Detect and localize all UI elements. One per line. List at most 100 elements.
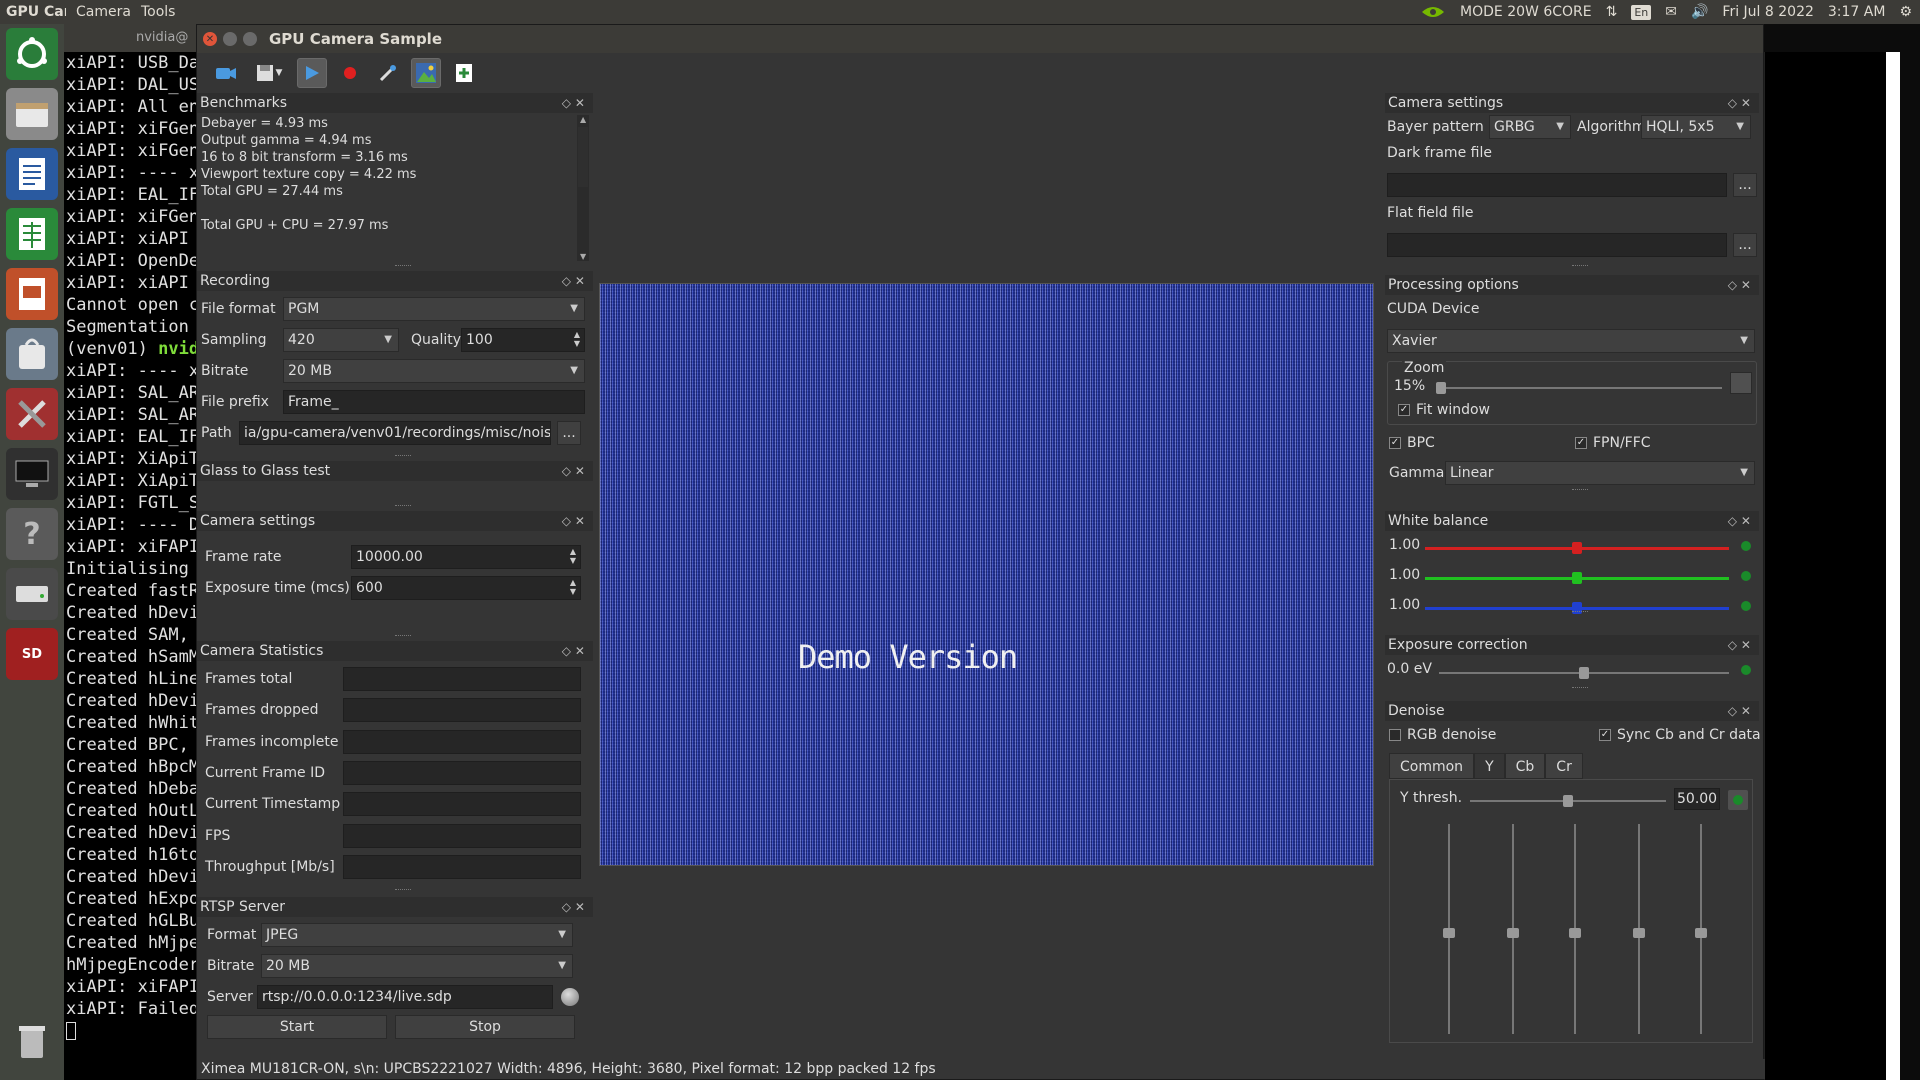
path-browse-button[interactable]: ...: [557, 421, 581, 445]
exposure-time-spinbox[interactable]: 600 ▲ ▼: [351, 576, 581, 600]
volume-icon[interactable]: 🔊: [1691, 4, 1708, 20]
dark-frame-browse-button[interactable]: ...: [1733, 173, 1757, 197]
minimize-window-icon[interactable]: [223, 32, 237, 46]
dock-controls-icon[interactable]: ◇✕: [562, 511, 589, 531]
sync-cb-cr-checkbox[interactable]: ✓: [1599, 729, 1611, 741]
dock-controls-icon[interactable]: ◇✕: [562, 897, 589, 917]
camera-icon[interactable]: [211, 58, 241, 88]
denoise-band-slider[interactable]: [1443, 824, 1455, 1034]
eyedropper-icon[interactable]: [373, 58, 403, 88]
fpn-ffc-checkbox[interactable]: ✓: [1575, 437, 1587, 449]
algorithm-select[interactable]: HQLI, 5x5 ▼: [1641, 115, 1751, 139]
dock-controls-icon[interactable]: ◇✕: [1728, 635, 1755, 655]
rgb-denoise-checkbox[interactable]: [1389, 729, 1401, 741]
tab-y[interactable]: Y: [1474, 753, 1505, 779]
files-icon[interactable]: [6, 88, 58, 140]
bayer-pattern-select[interactable]: GRBG ▼: [1489, 115, 1571, 139]
cuda-device-select[interactable]: Xavier ▼: [1387, 329, 1755, 353]
wb-channel-slider[interactable]: [1425, 572, 1729, 584]
file-prefix-input[interactable]: Frame_: [283, 390, 585, 414]
dock-controls-icon[interactable]: ◇✕: [1728, 701, 1755, 721]
rtsp-format-select[interactable]: JPEG ▼: [261, 923, 573, 947]
dock-controls-icon[interactable]: ◇✕: [562, 641, 589, 661]
rtsp-server-input[interactable]: rtsp://0.0.0.0:1234/live.sdp: [257, 985, 553, 1009]
denoise-band-slider[interactable]: [1507, 824, 1519, 1034]
rtsp-bitrate-select[interactable]: 20 MB ▼: [261, 954, 573, 978]
wb-reset-icon[interactable]: [1741, 541, 1751, 551]
dock-controls-icon[interactable]: ◇✕: [1728, 93, 1755, 113]
path-label: Path: [201, 425, 232, 441]
image-icon[interactable]: [411, 58, 441, 88]
calc-icon[interactable]: [6, 208, 58, 260]
frame-rate-spinbox[interactable]: 10000.00 ▲ ▼: [351, 545, 581, 569]
close-window-icon[interactable]: ✕: [203, 32, 217, 46]
dock-controls-icon[interactable]: ◇✕: [1728, 511, 1755, 531]
drive-icon[interactable]: [6, 568, 58, 620]
y-thresh-input[interactable]: 50.00: [1674, 788, 1720, 810]
impress-icon[interactable]: [6, 268, 58, 320]
wb-reset-icon[interactable]: [1741, 601, 1751, 611]
wb-channel-slider[interactable]: [1425, 602, 1729, 614]
dock-controls-icon[interactable]: ◇✕: [562, 271, 589, 291]
network-arrows-icon[interactable]: ⇅: [1606, 4, 1618, 20]
ubuntu-dash-icon[interactable]: [6, 28, 58, 80]
fit-window-checkbox[interactable]: ✓: [1398, 404, 1410, 416]
quality-spinbox[interactable]: 100 ▲ ▼: [461, 328, 585, 352]
rtsp-start-button[interactable]: Start: [207, 1015, 387, 1039]
mail-icon[interactable]: ✉: [1665, 4, 1677, 20]
menu-tools[interactable]: Tools: [141, 4, 186, 20]
play-icon[interactable]: [297, 58, 327, 88]
bpc-checkbox[interactable]: ✓: [1389, 437, 1401, 449]
gear-icon[interactable]: ⚙: [1899, 4, 1912, 20]
gamma-select[interactable]: Linear ▼: [1445, 461, 1755, 485]
sampling-select[interactable]: 420 ▼: [283, 328, 399, 352]
wb-reset-icon[interactable]: [1741, 571, 1751, 581]
y-thresh-reset-icon[interactable]: [1728, 790, 1748, 810]
denoise-band-slider[interactable]: [1633, 824, 1645, 1034]
power-mode-indicator[interactable]: MODE 20W 6CORE: [1460, 4, 1592, 20]
denoise-band-slider[interactable]: [1695, 824, 1707, 1034]
menu-camera[interactable]: Camera: [66, 4, 141, 20]
record-icon[interactable]: [335, 58, 365, 88]
zoom-reset-button[interactable]: [1730, 372, 1752, 394]
maximize-window-icon[interactable]: [243, 32, 257, 46]
tab-cb[interactable]: Cb: [1504, 753, 1546, 779]
clock-time[interactable]: 3:17 AM: [1828, 4, 1886, 20]
dock-controls-icon[interactable]: ◇✕: [1728, 275, 1755, 295]
terminal-window[interactable]: nvidia@ xiAPI: USB_Da xiAPI: DAL_US xiAPI:…: [64, 24, 196, 1080]
tab-cr[interactable]: Cr: [1545, 753, 1583, 779]
benchmarks-scrollbar[interactable]: ▲ ▼: [577, 115, 589, 261]
software-center-icon[interactable]: [6, 328, 58, 380]
dock-controls-icon[interactable]: ◇✕: [562, 93, 589, 113]
trash-icon[interactable]: [6, 1016, 58, 1068]
rtsp-stop-button[interactable]: Stop: [395, 1015, 575, 1039]
save-icon[interactable]: ▼: [249, 58, 289, 88]
help-icon[interactable]: ?: [6, 508, 58, 560]
dark-frame-input[interactable]: [1387, 173, 1727, 197]
flat-field-browse-button[interactable]: ...: [1733, 233, 1757, 257]
dock-controls-icon[interactable]: ◇✕: [562, 461, 589, 481]
camera-image[interactable]: Demo Version: [599, 283, 1374, 866]
display-icon[interactable]: [6, 448, 58, 500]
camera-settings-right-panel: Camera settings ◇✕ Bayer pattern GRBG ▼ Al…: [1385, 93, 1759, 269]
exposure-correction-slider[interactable]: [1439, 667, 1729, 679]
wb-slider-handle[interactable]: [1572, 542, 1582, 554]
zoom-slider[interactable]: [1436, 382, 1722, 394]
file-format-select[interactable]: PGM ▼: [283, 297, 585, 321]
sd-card-icon[interactable]: SD: [6, 628, 58, 680]
keyboard-layout-indicator[interactable]: En: [1631, 4, 1652, 20]
y-thresh-slider[interactable]: [1470, 795, 1666, 807]
clock-date[interactable]: Fri Jul 8 2022: [1722, 4, 1813, 20]
exposure-reset-icon[interactable]: [1741, 665, 1751, 675]
path-input[interactable]: ia/gpu-camera/venv01/recordings/misc/noi…: [239, 421, 551, 445]
wb-channel-slider[interactable]: [1425, 542, 1729, 554]
wb-slider-handle[interactable]: [1572, 572, 1582, 584]
tab-common[interactable]: Common: [1389, 753, 1475, 779]
denoise-band-slider[interactable]: [1569, 824, 1581, 1034]
export-icon[interactable]: [449, 58, 479, 88]
nvidia-icon[interactable]: [1420, 4, 1446, 20]
bitrate-select[interactable]: 20 MB ▼: [283, 359, 585, 383]
writer-icon[interactable]: [6, 148, 58, 200]
flat-field-input[interactable]: [1387, 233, 1727, 257]
settings-tools-icon[interactable]: [6, 388, 58, 440]
